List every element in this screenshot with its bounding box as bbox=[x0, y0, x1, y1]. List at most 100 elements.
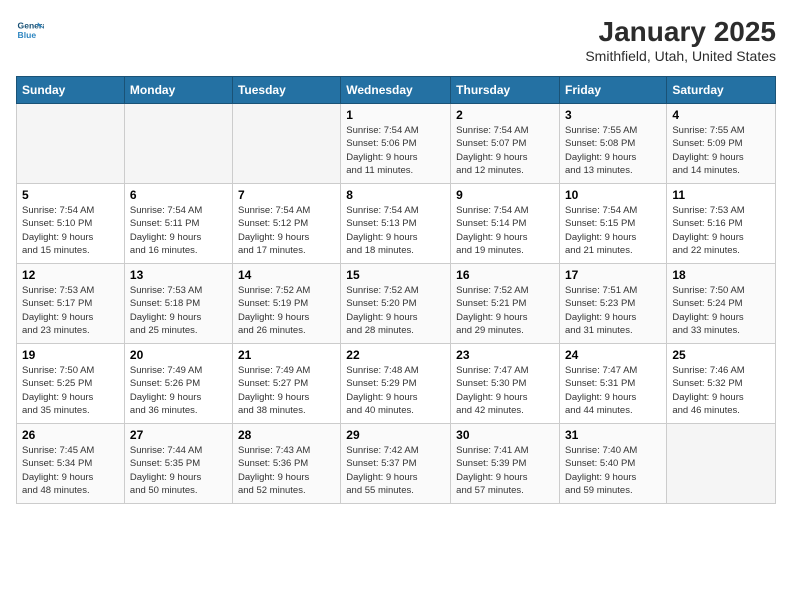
calendar-cell: 3 Sunrise: 7:55 AM Sunset: 5:08 PM Daylig… bbox=[560, 104, 667, 184]
day-number: 1 bbox=[346, 108, 445, 122]
calendar-cell: 15 Sunrise: 7:52 AM Sunset: 5:20 PM Dayli… bbox=[341, 264, 451, 344]
calendar-cell: 29Sunrise: 7:42 AM Sunset: 5:37 PM Dayli… bbox=[341, 424, 451, 504]
day-info: Sunrise: 7:54 AM Sunset: 5:13 PM Dayligh… bbox=[346, 204, 445, 257]
day-number: 31 bbox=[565, 428, 661, 442]
day-number: 26 bbox=[22, 428, 119, 442]
day-number: 7 bbox=[238, 188, 335, 202]
calendar-cell: 6Sunrise: 7:54 AM Sunset: 5:11 PM Daylig… bbox=[124, 184, 232, 264]
day-info: Sunrise: 7:46 AM Sunset: 5:32 PM Dayligh… bbox=[672, 364, 770, 417]
calendar-cell: 26 Sunrise: 7:45 AM Sunset: 5:34 PM Dayli… bbox=[17, 424, 125, 504]
calendar-cell: 24 Sunrise: 7:47 AM Sunset: 5:31 PM Dayli… bbox=[560, 344, 667, 424]
header: General Blue January 2025 Smithfield, Ut… bbox=[16, 16, 776, 64]
calendar-week-row: 19 Sunrise: 7:50 AM Sunset: 5:25 PM Dayli… bbox=[17, 344, 776, 424]
day-info: Sunrise: 7:54 AM Sunset: 5:11 PM Dayligh… bbox=[130, 204, 227, 257]
day-number: 4 bbox=[672, 108, 770, 122]
calendar-cell: 19 Sunrise: 7:50 AM Sunset: 5:25 PM Dayli… bbox=[17, 344, 125, 424]
day-number: 8 bbox=[346, 188, 445, 202]
day-info: Sunrise: 7:40 AM Sunset: 5:40 PM Dayligh… bbox=[565, 444, 661, 497]
weekday-header: Sunday bbox=[17, 77, 125, 104]
logo: General Blue bbox=[16, 16, 44, 44]
calendar-cell bbox=[667, 424, 776, 504]
calendar-cell: 5Sunrise: 7:54 AM Sunset: 5:10 PM Daylig… bbox=[17, 184, 125, 264]
day-info: Sunrise: 7:50 AM Sunset: 5:24 PM Dayligh… bbox=[672, 284, 770, 337]
day-number: 21 bbox=[238, 348, 335, 362]
day-number: 17 bbox=[565, 268, 661, 282]
day-number: 24 bbox=[565, 348, 661, 362]
day-info: Sunrise: 7:52 AM Sunset: 5:21 PM Dayligh… bbox=[456, 284, 554, 337]
day-number: 11 bbox=[672, 188, 770, 202]
calendar-cell: 8 Sunrise: 7:54 AM Sunset: 5:13 PM Daylig… bbox=[341, 184, 451, 264]
day-info: Sunrise: 7:50 AM Sunset: 5:25 PM Dayligh… bbox=[22, 364, 119, 417]
day-number: 27 bbox=[130, 428, 227, 442]
day-info: Sunrise: 7:52 AM Sunset: 5:20 PM Dayligh… bbox=[346, 284, 445, 337]
day-info: Sunrise: 7:54 AM Sunset: 5:06 PM Dayligh… bbox=[346, 124, 445, 177]
day-info: Sunrise: 7:53 AM Sunset: 5:18 PM Dayligh… bbox=[130, 284, 227, 337]
location-title: Smithfield, Utah, United States bbox=[585, 48, 776, 64]
calendar-cell: 18 Sunrise: 7:50 AM Sunset: 5:24 PM Dayli… bbox=[667, 264, 776, 344]
day-number: 30 bbox=[456, 428, 554, 442]
day-info: Sunrise: 7:43 AM Sunset: 5:36 PM Dayligh… bbox=[238, 444, 335, 497]
title-area: January 2025 Smithfield, Utah, United St… bbox=[585, 16, 776, 64]
calendar-cell: 31 Sunrise: 7:40 AM Sunset: 5:40 PM Dayli… bbox=[560, 424, 667, 504]
calendar-cell: 13 Sunrise: 7:53 AM Sunset: 5:18 PM Dayli… bbox=[124, 264, 232, 344]
day-number: 28 bbox=[238, 428, 335, 442]
day-info: Sunrise: 7:49 AM Sunset: 5:27 PM Dayligh… bbox=[238, 364, 335, 417]
weekday-header: Tuesday bbox=[232, 77, 340, 104]
day-info: Sunrise: 7:55 AM Sunset: 5:08 PM Dayligh… bbox=[565, 124, 661, 177]
day-info: Sunrise: 7:45 AM Sunset: 5:34 PM Dayligh… bbox=[22, 444, 119, 497]
weekday-header: Wednesday bbox=[341, 77, 451, 104]
day-info: Sunrise: 7:47 AM Sunset: 5:30 PM Dayligh… bbox=[456, 364, 554, 417]
calendar-cell: 23 Sunrise: 7:47 AM Sunset: 5:30 PM Dayli… bbox=[451, 344, 560, 424]
logo-icon: General Blue bbox=[16, 16, 44, 44]
day-number: 20 bbox=[130, 348, 227, 362]
calendar-cell: 17 Sunrise: 7:51 AM Sunset: 5:23 PM Dayli… bbox=[560, 264, 667, 344]
day-info: Sunrise: 7:54 AM Sunset: 5:14 PM Dayligh… bbox=[456, 204, 554, 257]
day-number: 12 bbox=[22, 268, 119, 282]
day-info: Sunrise: 7:55 AM Sunset: 5:09 PM Dayligh… bbox=[672, 124, 770, 177]
day-number: 15 bbox=[346, 268, 445, 282]
day-info: Sunrise: 7:47 AM Sunset: 5:31 PM Dayligh… bbox=[565, 364, 661, 417]
day-number: 22 bbox=[346, 348, 445, 362]
day-number: 13 bbox=[130, 268, 227, 282]
calendar-cell bbox=[124, 104, 232, 184]
calendar-cell: 10 Sunrise: 7:54 AM Sunset: 5:15 PM Dayli… bbox=[560, 184, 667, 264]
day-info: Sunrise: 7:54 AM Sunset: 5:15 PM Dayligh… bbox=[565, 204, 661, 257]
day-info: Sunrise: 7:44 AM Sunset: 5:35 PM Dayligh… bbox=[130, 444, 227, 497]
calendar-week-row: 12Sunrise: 7:53 AM Sunset: 5:17 PM Dayli… bbox=[17, 264, 776, 344]
calendar-cell: 28 Sunrise: 7:43 AM Sunset: 5:36 PM Dayli… bbox=[232, 424, 340, 504]
calendar-cell: 2Sunrise: 7:54 AM Sunset: 5:07 PM Daylig… bbox=[451, 104, 560, 184]
calendar-cell bbox=[17, 104, 125, 184]
day-number: 23 bbox=[456, 348, 554, 362]
day-number: 10 bbox=[565, 188, 661, 202]
day-number: 18 bbox=[672, 268, 770, 282]
calendar-cell: 14Sunrise: 7:52 AM Sunset: 5:19 PM Dayli… bbox=[232, 264, 340, 344]
calendar-cell: 25 Sunrise: 7:46 AM Sunset: 5:32 PM Dayli… bbox=[667, 344, 776, 424]
calendar-cell: 11Sunrise: 7:53 AM Sunset: 5:16 PM Dayli… bbox=[667, 184, 776, 264]
weekday-header: Monday bbox=[124, 77, 232, 104]
day-number: 25 bbox=[672, 348, 770, 362]
day-info: Sunrise: 7:51 AM Sunset: 5:23 PM Dayligh… bbox=[565, 284, 661, 337]
day-info: Sunrise: 7:49 AM Sunset: 5:26 PM Dayligh… bbox=[130, 364, 227, 417]
calendar-cell: 7 Sunrise: 7:54 AM Sunset: 5:12 PM Daylig… bbox=[232, 184, 340, 264]
day-number: 29 bbox=[346, 428, 445, 442]
month-title: January 2025 bbox=[585, 16, 776, 48]
day-info: Sunrise: 7:54 AM Sunset: 5:12 PM Dayligh… bbox=[238, 204, 335, 257]
day-info: Sunrise: 7:48 AM Sunset: 5:29 PM Dayligh… bbox=[346, 364, 445, 417]
calendar-week-row: 26 Sunrise: 7:45 AM Sunset: 5:34 PM Dayli… bbox=[17, 424, 776, 504]
day-number: 3 bbox=[565, 108, 661, 122]
day-number: 16 bbox=[456, 268, 554, 282]
day-info: Sunrise: 7:54 AM Sunset: 5:10 PM Dayligh… bbox=[22, 204, 119, 257]
day-number: 14 bbox=[238, 268, 335, 282]
calendar-cell: 12Sunrise: 7:53 AM Sunset: 5:17 PM Dayli… bbox=[17, 264, 125, 344]
calendar-cell: 21 Sunrise: 7:49 AM Sunset: 5:27 PM Dayli… bbox=[232, 344, 340, 424]
day-number: 19 bbox=[22, 348, 119, 362]
calendar-cell: 1 Sunrise: 7:54 AM Sunset: 5:06 PM Daylig… bbox=[341, 104, 451, 184]
calendar-cell: 27 Sunrise: 7:44 AM Sunset: 5:35 PM Dayli… bbox=[124, 424, 232, 504]
day-number: 9 bbox=[456, 188, 554, 202]
svg-text:Blue: Blue bbox=[18, 30, 37, 40]
weekday-header: Saturday bbox=[667, 77, 776, 104]
calendar-table: SundayMondayTuesdayWednesdayThursdayFrid… bbox=[16, 76, 776, 504]
calendar-week-row: 1 Sunrise: 7:54 AM Sunset: 5:06 PM Daylig… bbox=[17, 104, 776, 184]
calendar-cell: 16 Sunrise: 7:52 AM Sunset: 5:21 PM Dayli… bbox=[451, 264, 560, 344]
calendar-cell: 30Sunrise: 7:41 AM Sunset: 5:39 PM Dayli… bbox=[451, 424, 560, 504]
